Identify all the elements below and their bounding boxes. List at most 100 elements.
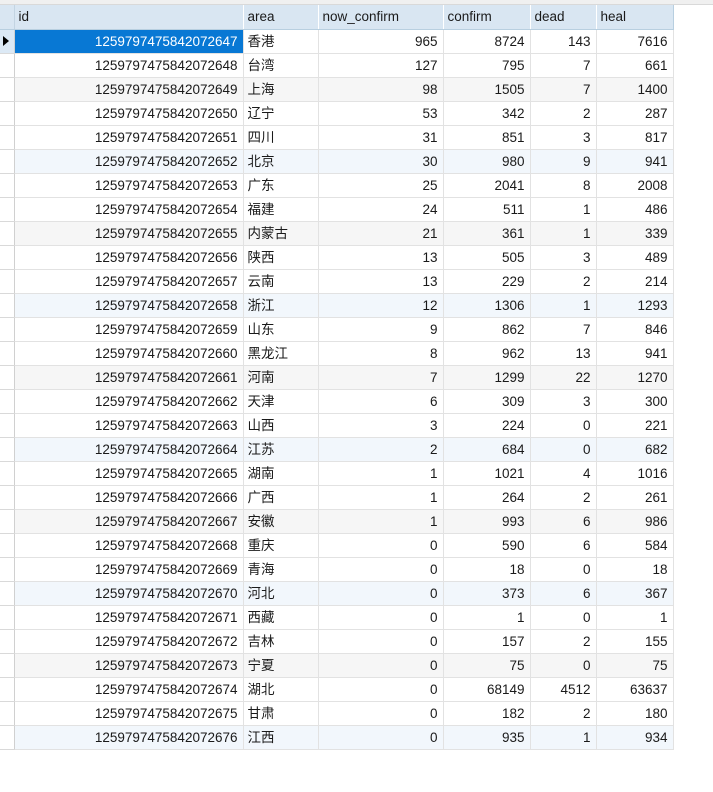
row-selector-cell[interactable]: [0, 725, 15, 750]
table-row[interactable]: 1259797475842072649 上海 98 1505 7 1400: [0, 77, 674, 102]
cell-id[interactable]: 1259797475842072651: [14, 125, 244, 150]
cell-heal[interactable]: 1270: [596, 365, 674, 390]
table-row[interactable]: 1259797475842072658 浙江 12 1306 1 1293: [0, 293, 674, 318]
cell-now_confirm[interactable]: 13: [318, 245, 444, 270]
cell-heal[interactable]: 221: [596, 413, 674, 438]
cell-confirm[interactable]: 993: [443, 509, 531, 534]
data-grid-viewport[interactable]: id area now_confirm confirm dead heal 12…: [0, 5, 713, 792]
cell-dead[interactable]: 6: [530, 533, 597, 558]
cell-area[interactable]: 西藏: [243, 605, 319, 630]
cell-heal[interactable]: 2008: [596, 173, 674, 198]
cell-id[interactable]: 1259797475842072663: [14, 413, 244, 438]
cell-now_confirm[interactable]: 13: [318, 269, 444, 294]
cell-now_confirm[interactable]: 12: [318, 293, 444, 318]
cell-area[interactable]: 上海: [243, 77, 319, 102]
cell-now_confirm[interactable]: 0: [318, 725, 444, 750]
cell-id[interactable]: 1259797475842072666: [14, 485, 244, 510]
cell-dead[interactable]: 0: [530, 413, 597, 438]
cell-confirm[interactable]: 68149: [443, 677, 531, 702]
cell-heal[interactable]: 1: [596, 605, 674, 630]
cell-dead[interactable]: 2: [530, 629, 597, 654]
cell-dead[interactable]: 143: [530, 29, 597, 54]
row-selector-header[interactable]: [0, 5, 15, 30]
table-row[interactable]: 1259797475842072647 香港 965 8724 143 7616: [0, 29, 674, 54]
column-header-heal[interactable]: heal: [596, 5, 674, 30]
cell-heal[interactable]: 941: [596, 341, 674, 366]
cell-id[interactable]: 1259797475842072653: [14, 173, 244, 198]
cell-now_confirm[interactable]: 0: [318, 629, 444, 654]
cell-area[interactable]: 四川: [243, 125, 319, 150]
cell-id[interactable]: 1259797475842072659: [14, 317, 244, 342]
cell-heal[interactable]: 486: [596, 197, 674, 222]
cell-dead[interactable]: 9: [530, 149, 597, 174]
table-row[interactable]: 1259797475842072671 西藏 0 1 0 1: [0, 605, 674, 630]
cell-now_confirm[interactable]: 1: [318, 461, 444, 486]
cell-dead[interactable]: 3: [530, 245, 597, 270]
cell-confirm[interactable]: 264: [443, 485, 531, 510]
table-row[interactable]: 1259797475842072654 福建 24 511 1 486: [0, 197, 674, 222]
cell-area[interactable]: 福建: [243, 197, 319, 222]
cell-id[interactable]: 1259797475842072668: [14, 533, 244, 558]
row-selector-cell[interactable]: [0, 101, 15, 126]
cell-area[interactable]: 台湾: [243, 53, 319, 78]
row-selector-cell[interactable]: [0, 245, 15, 270]
cell-now_confirm[interactable]: 0: [318, 677, 444, 702]
cell-heal[interactable]: 584: [596, 533, 674, 558]
cell-heal[interactable]: 1400: [596, 77, 674, 102]
cell-dead[interactable]: 2: [530, 101, 597, 126]
row-selector-cell[interactable]: [0, 653, 15, 678]
row-selector-cell[interactable]: [0, 269, 15, 294]
cell-confirm[interactable]: 157: [443, 629, 531, 654]
cell-confirm[interactable]: 342: [443, 101, 531, 126]
row-selector-cell[interactable]: [0, 125, 15, 150]
cell-area[interactable]: 北京: [243, 149, 319, 174]
cell-dead[interactable]: 13: [530, 341, 597, 366]
cell-confirm[interactable]: 851: [443, 125, 531, 150]
cell-area[interactable]: 山西: [243, 413, 319, 438]
cell-heal[interactable]: 934: [596, 725, 674, 750]
cell-confirm[interactable]: 1021: [443, 461, 531, 486]
cell-heal[interactable]: 846: [596, 317, 674, 342]
table-row[interactable]: 1259797475842072660 黑龙江 8 962 13 941: [0, 341, 674, 366]
table-row[interactable]: 1259797475842072668 重庆 0 590 6 584: [0, 533, 674, 558]
column-header-now-confirm[interactable]: now_confirm: [318, 5, 444, 30]
cell-confirm[interactable]: 935: [443, 725, 531, 750]
cell-now_confirm[interactable]: 965: [318, 29, 444, 54]
cell-area[interactable]: 河北: [243, 581, 319, 606]
table-row[interactable]: 1259797475842072661 河南 7 1299 22 1270: [0, 365, 674, 390]
cell-id[interactable]: 1259797475842072648: [14, 53, 244, 78]
cell-heal[interactable]: 661: [596, 53, 674, 78]
cell-dead[interactable]: 4: [530, 461, 597, 486]
cell-area[interactable]: 广东: [243, 173, 319, 198]
row-selector-cell[interactable]: [0, 413, 15, 438]
table-row[interactable]: 1259797475842072673 宁夏 0 75 0 75: [0, 653, 674, 678]
cell-dead[interactable]: 7: [530, 317, 597, 342]
cell-id[interactable]: 1259797475842072658: [14, 293, 244, 318]
cell-confirm[interactable]: 1: [443, 605, 531, 630]
cell-confirm[interactable]: 75: [443, 653, 531, 678]
cell-confirm[interactable]: 590: [443, 533, 531, 558]
cell-id[interactable]: 1259797475842072650: [14, 101, 244, 126]
cell-confirm[interactable]: 8724: [443, 29, 531, 54]
table-row[interactable]: 1259797475842072675 甘肃 0 182 2 180: [0, 701, 674, 726]
cell-id[interactable]: 1259797475842072654: [14, 197, 244, 222]
row-selector-cell[interactable]: [0, 221, 15, 246]
cell-area[interactable]: 江西: [243, 725, 319, 750]
cell-confirm[interactable]: 361: [443, 221, 531, 246]
cell-area[interactable]: 吉林: [243, 629, 319, 654]
row-selector-cell[interactable]: [0, 29, 15, 54]
cell-heal[interactable]: 986: [596, 509, 674, 534]
cell-confirm[interactable]: 1299: [443, 365, 531, 390]
cell-now_confirm[interactable]: 1: [318, 509, 444, 534]
cell-dead[interactable]: 8: [530, 173, 597, 198]
cell-dead[interactable]: 2: [530, 485, 597, 510]
cell-id[interactable]: 1259797475842072652: [14, 149, 244, 174]
row-selector-cell[interactable]: [0, 317, 15, 342]
cell-heal[interactable]: 287: [596, 101, 674, 126]
cell-id[interactable]: 1259797475842072670: [14, 581, 244, 606]
cell-area[interactable]: 陕西: [243, 245, 319, 270]
cell-heal[interactable]: 63637: [596, 677, 674, 702]
cell-now_confirm[interactable]: 1: [318, 485, 444, 510]
cell-dead[interactable]: 3: [530, 125, 597, 150]
cell-id[interactable]: 1259797475842072675: [14, 701, 244, 726]
